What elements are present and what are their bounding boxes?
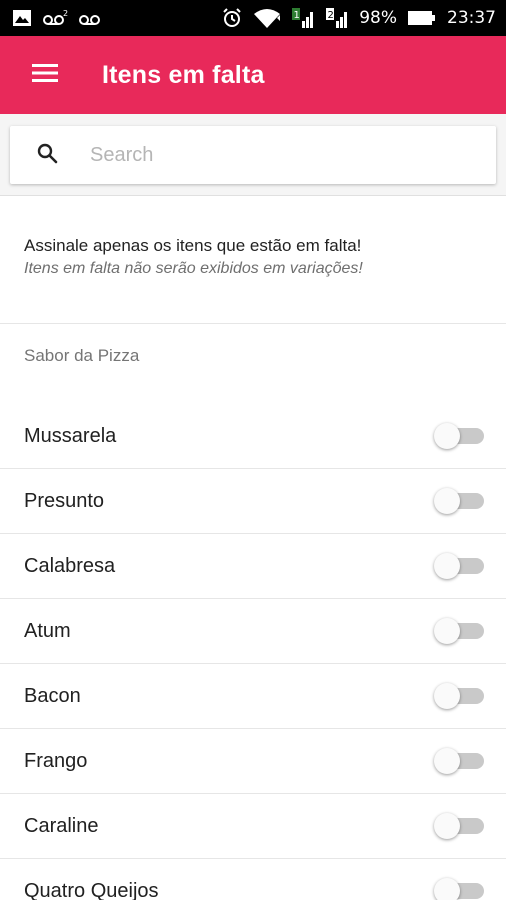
item-label: Quatro Queijos [24,879,159,900]
svg-text:1: 1 [294,10,300,21]
list-item[interactable]: Presunto [0,469,506,534]
missing-toggle[interactable] [434,681,484,711]
svg-text:2: 2 [328,10,334,21]
missing-toggle[interactable] [434,746,484,776]
page-title: Itens em falta [102,60,265,89]
voicemail-icon: 2 [42,7,68,29]
search-icon[interactable] [36,142,58,169]
section-title: Sabor da Pizza [24,346,140,365]
signal-icon: 2 [325,7,349,29]
toggle-thumb [434,618,460,644]
toggle-thumb [434,423,460,449]
items-list: Mussarela Presunto Calabresa Atum Bacon … [0,404,506,900]
battery-percent: 98% [359,8,397,28]
app-bar: Itens em falta [0,36,506,114]
instruction-text: Assinale apenas os itens que estão em fa… [24,236,362,255]
voicemail-icon [78,7,102,29]
item-label: Frango [24,749,88,772]
toggle-thumb [434,488,460,514]
item-label: Caraline [24,814,99,837]
toggle-thumb [434,813,460,839]
menu-button[interactable] [30,60,60,90]
search-container [0,114,506,196]
wifi-icon [253,7,281,29]
status-bar: 2 1 2 98% 23:37 [0,0,506,36]
list-item[interactable]: Calabresa [0,534,506,599]
status-bar-right: 1 2 98% 23:37 [221,7,496,29]
list-item[interactable]: Atum [0,599,506,664]
item-label: Bacon [24,684,81,707]
missing-toggle[interactable] [434,551,484,581]
toggle-thumb [434,553,460,579]
search-bar[interactable] [10,126,496,184]
toggle-thumb [434,683,460,709]
alarm-icon [221,7,243,29]
instructions: Assinale apenas os itens que estão em fa… [0,196,506,324]
missing-toggle[interactable] [434,876,484,900]
status-time: 23:37 [447,8,496,28]
menu-icon [32,63,58,88]
status-bar-left: 2 [12,7,102,29]
item-label: Atum [24,619,71,642]
missing-toggle[interactable] [434,811,484,841]
image-icon [12,7,32,29]
missing-toggle[interactable] [434,486,484,516]
missing-toggle[interactable] [434,421,484,451]
search-input[interactable] [90,143,450,167]
svg-text:2: 2 [63,9,68,18]
signal-icon: 1 [291,7,315,29]
item-label: Calabresa [24,554,116,577]
missing-toggle[interactable] [434,616,484,646]
list-item[interactable]: Frango [0,729,506,794]
list-item[interactable]: Caraline [0,794,506,859]
item-label: Presunto [24,489,105,512]
battery-icon [407,7,437,29]
list-item[interactable]: Mussarela [0,404,506,469]
toggle-thumb [434,878,460,900]
list-item[interactable]: Quatro Queijos [0,859,506,900]
item-label: Mussarela [24,424,117,447]
instruction-note: Itens em falta não serão exibidos em var… [24,260,363,277]
list-item[interactable]: Bacon [0,664,506,729]
toggle-thumb [434,748,460,774]
